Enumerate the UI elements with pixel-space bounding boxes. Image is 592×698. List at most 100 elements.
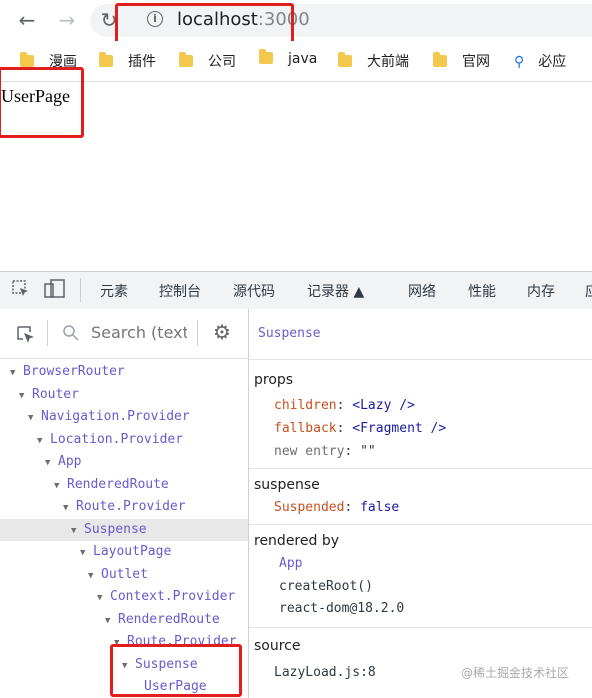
tree-row-label: RenderedRoute: [67, 477, 169, 492]
tab-network[interactable]: 网络: [408, 281, 436, 301]
tree-row[interactable]: ▼ Route.Provider: [0, 631, 248, 644]
tab-console[interactable]: 控制台: [159, 281, 201, 301]
prop-value: <Fragment />: [352, 421, 447, 436]
expand-triangle-icon: ▼: [114, 638, 120, 644]
bookmark-guanwang[interactable]: 官网: [433, 51, 490, 71]
tab-recorder[interactable]: 记录器 ▲: [307, 281, 364, 301]
bookmarks-bar: 漫画 插件 公司 java 大前端 官网 ⚲ 必应: [0, 41, 592, 82]
tab-elements[interactable]: 元素: [100, 281, 128, 301]
section-divider: [249, 524, 592, 525]
expand-triangle-icon: ▼: [71, 526, 77, 536]
rendered-by-item: react-dom@18.2.0: [279, 601, 405, 616]
prop-value: <Lazy />: [352, 398, 415, 413]
tab-performance[interactable]: 性能: [468, 281, 496, 301]
tree-row[interactable]: ▼ BrowserRouter: [0, 361, 248, 383]
bookmark-label: 必应: [538, 54, 567, 70]
bookmark-java[interactable]: java: [259, 49, 318, 71]
tree-row[interactable]: ▼ Route.Provider: [0, 496, 248, 518]
settings-divider: [197, 320, 198, 346]
tree-row[interactable]: ▼ Context.Provider: [0, 586, 248, 608]
prop-row[interactable]: children: <Lazy />: [274, 398, 415, 413]
back-button[interactable]: ←: [14, 7, 40, 33]
prop-key: children: [274, 398, 337, 413]
prop-key: fallback: [274, 421, 337, 436]
select-component-icon[interactable]: [16, 325, 36, 345]
tree-row[interactable]: ▼ RenderedRoute: [0, 609, 248, 631]
tree-row-selected[interactable]: ▼ Suspense: [0, 519, 248, 541]
bookmark-daqianduan[interactable]: 大前端: [338, 51, 409, 71]
folder-icon: [20, 52, 34, 67]
prop-key: Suspended: [274, 500, 345, 515]
rendered-by-item: createRoot(): [279, 579, 373, 594]
tree-row-label: LayoutPage: [93, 544, 172, 559]
props-heading: props: [254, 372, 294, 388]
tree-row-label: Route.Provider: [127, 634, 237, 644]
section-divider: [249, 359, 592, 360]
suspended-row[interactable]: Suspended: false: [274, 500, 399, 515]
search-icon: ⚲: [514, 54, 525, 70]
bookmark-gongsi[interactable]: 公司: [179, 51, 236, 71]
new-prop-entry[interactable]: new entry: "": [274, 444, 376, 459]
tab-sources[interactable]: 源代码: [233, 281, 275, 301]
tree-row-label: Context.Provider: [110, 589, 236, 604]
expand-triangle-icon: ▼: [28, 413, 34, 423]
arrow-right-icon: →: [58, 8, 76, 32]
expand-triangle-icon: ▼: [88, 571, 94, 581]
bookmark-label: 大前端: [367, 54, 409, 70]
expand-triangle-icon: ▼: [19, 391, 25, 401]
bookmark-biying[interactable]: ⚲ 必应: [514, 51, 566, 71]
selected-component-title: Suspense: [258, 326, 321, 341]
highlight-box-url: [115, 3, 294, 45]
expand-triangle-icon: ▼: [37, 436, 43, 446]
source-file-link[interactable]: LazyLoad.js:8: [274, 665, 376, 680]
expand-triangle-icon: ▼: [97, 593, 103, 603]
tree-row[interactable]: ▼ App: [0, 451, 248, 473]
bookmark-label: 插件: [128, 54, 156, 70]
highlight-box-page: [0, 67, 84, 138]
rendered-by-heading: rendered by: [254, 533, 340, 549]
expand-triangle-icon: ▼: [45, 458, 51, 468]
suspense-heading: suspense: [254, 477, 320, 493]
bookmark-label: 官网: [462, 54, 490, 70]
rendered-by-app-link[interactable]: App: [279, 556, 302, 571]
folder-icon: [338, 52, 352, 67]
tree-row-label: Suspense: [84, 522, 147, 537]
bookmark-chajian[interactable]: 插件: [99, 51, 156, 71]
tree-row-label: Router: [32, 387, 79, 402]
tree-row[interactable]: ▼ Location.Provider: [0, 429, 248, 451]
source-heading: source: [254, 638, 301, 654]
component-search-input[interactable]: [91, 323, 187, 342]
bookmark-label: 公司: [208, 54, 236, 70]
bookmark-label: java: [288, 51, 318, 67]
watermark: @稀土掘金技术社区: [461, 666, 570, 680]
highlight-box-tree: [110, 644, 242, 697]
tree-row[interactable]: ▼ Outlet: [0, 564, 248, 586]
device-toolbar-icon[interactable]: [44, 279, 66, 299]
prop-value: false: [360, 500, 400, 515]
tree-row[interactable]: ▼ RenderedRoute: [0, 474, 248, 496]
search-icon: [62, 324, 80, 342]
tree-row-label: Navigation.Provider: [41, 409, 190, 424]
inspect-element-icon[interactable]: [12, 280, 30, 298]
section-divider: [249, 627, 592, 628]
tree-row-label: Outlet: [101, 567, 148, 582]
expand-triangle-icon: ▼: [105, 616, 111, 626]
prop-value: "": [360, 444, 376, 459]
tab-application[interactable]: 应: [585, 281, 592, 301]
tab-memory[interactable]: 内存: [527, 281, 555, 301]
tree-row-label: App: [58, 454, 82, 469]
toolbar-divider: [80, 278, 81, 302]
section-divider: [249, 468, 592, 469]
prop-row[interactable]: fallback: <Fragment />: [274, 421, 446, 436]
tree-row[interactable]: ▼ Navigation.Provider: [0, 406, 248, 428]
expand-triangle-icon: ▼: [63, 503, 69, 513]
search-divider: [47, 320, 48, 346]
tree-row[interactable]: ▼ LayoutPage: [0, 541, 248, 563]
expand-triangle-icon: ▼: [80, 548, 86, 558]
forward-button[interactable]: →: [54, 7, 80, 33]
tree-row-label: Location.Provider: [50, 432, 184, 447]
gear-icon[interactable]: ⚙: [213, 322, 233, 342]
tree-row[interactable]: ▼ Router: [0, 384, 248, 406]
folder-icon: [99, 52, 113, 67]
tree-row-label: BrowserRouter: [23, 364, 125, 379]
